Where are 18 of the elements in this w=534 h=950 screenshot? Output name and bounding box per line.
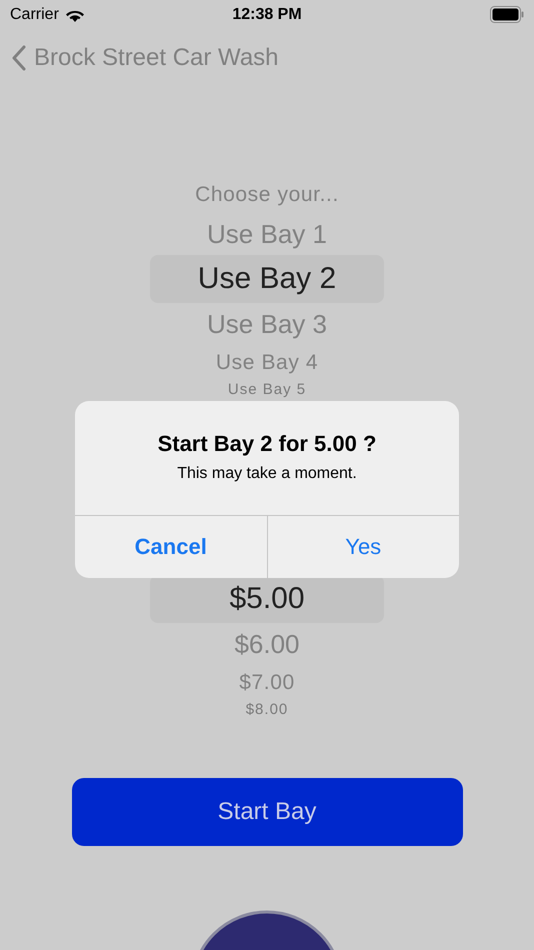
clock-time: 12:38 PM	[232, 6, 302, 24]
picker-row[interactable]: Use Bay 1	[150, 212, 384, 255]
picker-row[interactable]: $6.00	[150, 622, 384, 665]
back-chevron-icon[interactable]	[12, 45, 26, 72]
confirm-button[interactable]: Yes	[266, 516, 459, 578]
picker-row[interactable]: $7.00	[150, 664, 384, 701]
alert-message: This may take a moment.	[177, 465, 357, 483]
battery-icon	[490, 6, 524, 24]
picker-row[interactable]: $8.00	[150, 700, 384, 719]
alert-title: Start Bay 2 for 5.00 ?	[158, 431, 376, 457]
picker-row[interactable]: Use Bay 3	[150, 302, 384, 345]
picker-row[interactable]: Use Bay 5	[150, 380, 384, 399]
start-bay-button[interactable]: Start Bay	[72, 778, 462, 846]
picker-row[interactable]: Use Bay 2	[150, 254, 384, 303]
carrier-label: Carrier	[10, 6, 59, 24]
picker-row[interactable]: Use Bay 4	[150, 344, 384, 381]
back-link[interactable]: Brock Street Car Wash	[34, 44, 279, 72]
picker-row[interactable]: Choose your...	[150, 176, 384, 213]
